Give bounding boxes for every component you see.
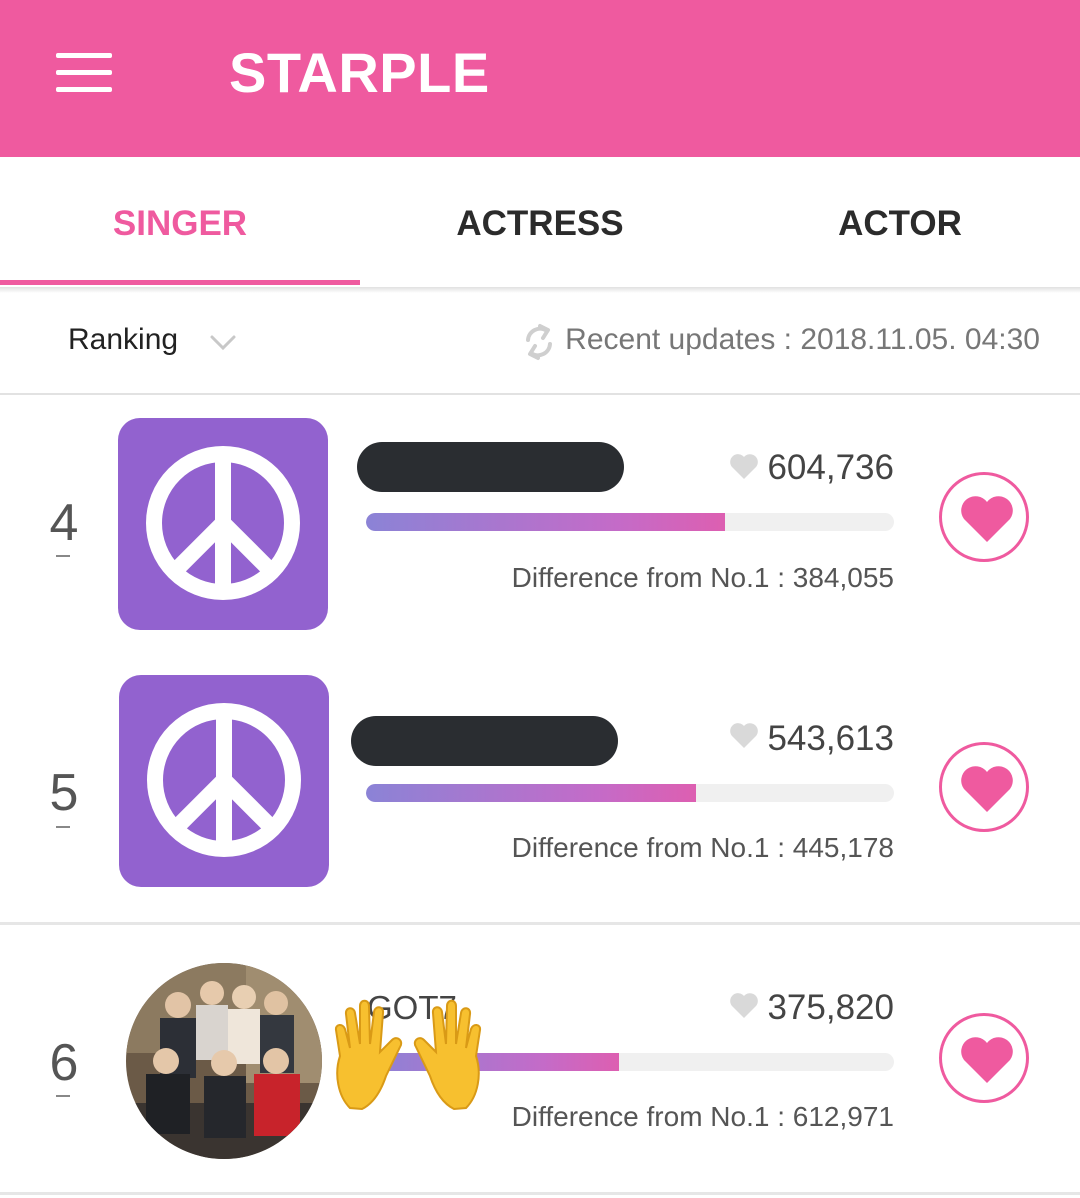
difference-text: Difference from No.1 : 384,055 xyxy=(511,562,894,593)
artist-photo[interactable] xyxy=(126,963,322,1159)
heart-outline-icon xyxy=(730,993,758,1018)
group-photo xyxy=(126,963,322,1159)
peace-sign-icon xyxy=(147,703,301,857)
recent-updates-text: Recent updates : 2018.11.05. 04:30 xyxy=(565,323,1040,356)
hamburger-menu-icon[interactable] xyxy=(56,53,112,93)
progress-track xyxy=(366,784,894,802)
heart-icon xyxy=(961,766,1013,812)
difference-text: Difference from No.1 : 445,178 xyxy=(511,832,894,863)
chevron-down-icon[interactable] xyxy=(206,325,240,359)
filter-bar: Ranking Recent updates : 2018.11.05. 04:… xyxy=(0,293,1080,395)
difference-text: Difference from No.1 : 612,971 xyxy=(511,1101,894,1132)
progress-fill xyxy=(366,784,696,802)
rank-number: 4 xyxy=(49,494,79,552)
vote-heart-button[interactable] xyxy=(939,1013,1029,1103)
row-divider xyxy=(0,1192,1080,1195)
rank-underline xyxy=(56,1095,70,1097)
category-tabs: SINGER ACTRESS ACTOR xyxy=(0,157,1080,287)
progress-fill xyxy=(366,513,726,531)
tab-actor[interactable]: ACTOR xyxy=(720,157,1080,287)
artist-thumbnail[interactable] xyxy=(118,418,328,630)
vote-count: 375,820 xyxy=(767,988,894,1027)
tab-singer[interactable]: SINGER xyxy=(0,157,360,287)
vote-heart-button[interactable] xyxy=(939,472,1029,562)
artist-thumbnail[interactable] xyxy=(119,675,329,887)
rank-underline xyxy=(56,555,70,557)
sort-dropdown[interactable]: Ranking xyxy=(68,323,178,357)
refresh-icon[interactable] xyxy=(520,320,558,364)
progress-track xyxy=(366,513,894,531)
ranking-row[interactable]: 6 GOT7 375,820 Difference from No.1 : 61… xyxy=(0,925,1080,1195)
rank-number: 5 xyxy=(49,764,79,822)
tab-actress[interactable]: ACTRESS xyxy=(360,157,720,287)
active-tab-indicator xyxy=(0,280,360,285)
redacted-artist-name xyxy=(357,442,624,492)
heart-outline-icon xyxy=(730,454,758,479)
heart-icon xyxy=(961,496,1013,542)
rank-number: 6 xyxy=(49,1034,79,1092)
ranking-row[interactable]: 5 543,613 Difference from No.1 : 445,178 xyxy=(0,657,1080,925)
heart-outline-icon xyxy=(730,723,758,748)
vote-count: 543,613 xyxy=(767,719,894,758)
rank-underline xyxy=(56,826,70,828)
app-bar: STARPLE xyxy=(0,0,1080,157)
heart-icon xyxy=(961,1037,1013,1083)
redacted-artist-name xyxy=(351,716,618,766)
ranking-row[interactable]: 4 604,736 Difference from No.1 : 384,055 xyxy=(0,395,1080,663)
app-title: STARPLE xyxy=(229,41,490,104)
vote-count: 604,736 xyxy=(767,448,894,487)
vote-heart-button[interactable] xyxy=(939,742,1029,832)
peace-sign-icon xyxy=(146,446,300,600)
open-hands-emoji xyxy=(334,999,482,1111)
